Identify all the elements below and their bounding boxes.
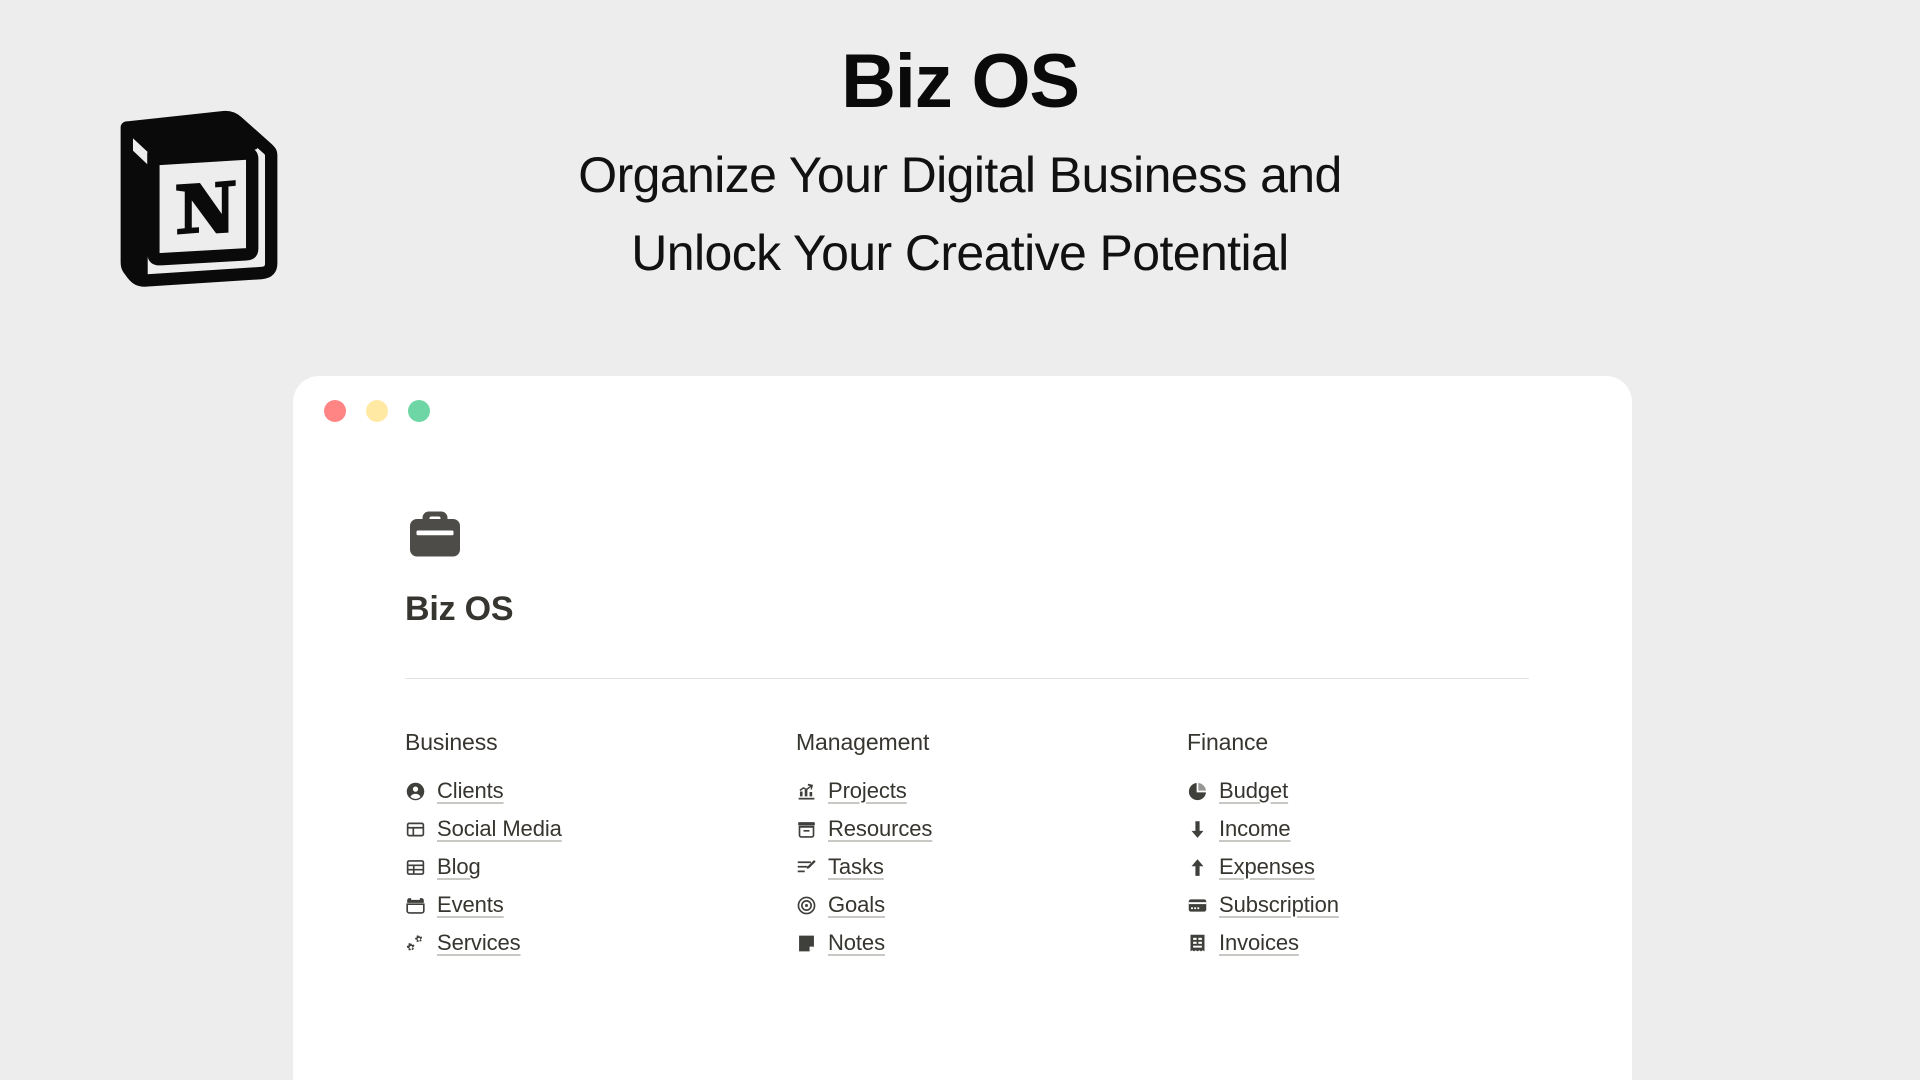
link-row-social-media[interactable]: Social Media <box>405 810 796 848</box>
link-label[interactable]: Tasks <box>828 854 884 880</box>
gallery-view-icon <box>405 819 426 840</box>
calendar-icon <box>405 895 426 916</box>
link-label[interactable]: Goals <box>828 892 885 918</box>
briefcase-icon <box>405 504 465 564</box>
page-title: Biz OS <box>841 39 1080 124</box>
link-row-blog[interactable]: Blog <box>405 848 796 886</box>
hero-subtitle-line-2: Unlock Your Creative Potential <box>631 225 1289 281</box>
maximize-button[interactable] <box>408 400 430 422</box>
column-heading: Management <box>796 729 930 755</box>
link-label[interactable]: Budget <box>1219 778 1288 804</box>
minimize-button[interactable] <box>366 400 388 422</box>
credit-card-icon <box>1187 895 1208 916</box>
document-title: Biz OS <box>405 590 514 628</box>
link-label[interactable]: Subscription <box>1219 892 1339 918</box>
person-circle-icon <box>405 781 426 802</box>
link-row-goals[interactable]: Goals <box>796 886 1187 924</box>
link-label[interactable]: Income <box>1219 816 1291 842</box>
link-label[interactable]: Notes <box>828 930 885 956</box>
section-divider <box>405 678 1529 679</box>
receipt-icon <box>1187 933 1208 954</box>
link-row-budget[interactable]: Budget <box>1187 772 1578 810</box>
arrow-down-icon <box>1187 819 1208 840</box>
link-row-notes[interactable]: Notes <box>796 924 1187 962</box>
link-label[interactable]: Resources <box>828 816 932 842</box>
column-heading: Finance <box>1187 729 1269 755</box>
link-row-services[interactable]: Services <box>405 924 796 962</box>
close-button[interactable] <box>324 400 346 422</box>
link-label[interactable]: Expenses <box>1219 854 1315 880</box>
link-row-invoices[interactable]: Invoices <box>1187 924 1578 962</box>
traffic-light-group <box>324 400 430 422</box>
list-edit-icon <box>796 857 817 878</box>
link-label[interactable]: Blog <box>437 854 481 880</box>
chart-growth-icon <box>796 781 817 802</box>
link-label[interactable]: Services <box>437 930 521 956</box>
column-heading: Business <box>405 729 498 755</box>
column-business: Business Clients Social Media Blog Event… <box>405 729 796 962</box>
arrow-up-icon <box>1187 857 1208 878</box>
note-page-icon <box>796 933 817 954</box>
table-view-icon <box>405 857 426 878</box>
archive-box-icon <box>796 819 817 840</box>
page-root: Biz OS Organize Your Digital Business an… <box>0 0 1920 1080</box>
pie-chart-icon <box>1187 781 1208 802</box>
link-row-projects[interactable]: Projects <box>796 772 1187 810</box>
link-label[interactable]: Social Media <box>437 816 562 842</box>
column-finance: Finance Budget Income Expenses Subscript… <box>1187 729 1578 962</box>
link-row-clients[interactable]: Clients <box>405 772 796 810</box>
link-label[interactable]: Projects <box>828 778 907 804</box>
window-titlebar <box>293 376 1632 438</box>
link-columns: Business Clients Social Media Blog Event… <box>405 729 1632 962</box>
link-label[interactable]: Invoices <box>1219 930 1299 956</box>
link-label[interactable]: Clients <box>437 778 504 804</box>
hero-text-block: Biz OS Organize Your Digital Business an… <box>0 0 1920 292</box>
document-body: Biz OS Business Clients Social Media Blo… <box>293 438 1632 962</box>
target-icon <box>796 895 817 916</box>
link-row-resources[interactable]: Resources <box>796 810 1187 848</box>
link-label[interactable]: Events <box>437 892 504 918</box>
gears-icon <box>405 933 426 954</box>
hero-subtitle: Organize Your Digital Business and Unloc… <box>0 136 1920 292</box>
link-row-income[interactable]: Income <box>1187 810 1578 848</box>
browser-window-card: Biz OS Business Clients Social Media Blo… <box>293 376 1632 1080</box>
link-row-expenses[interactable]: Expenses <box>1187 848 1578 886</box>
link-row-events[interactable]: Events <box>405 886 796 924</box>
hero-subtitle-line-1: Organize Your Digital Business and <box>578 147 1342 203</box>
link-row-tasks[interactable]: Tasks <box>796 848 1187 886</box>
hero-section: Biz OS Organize Your Digital Business an… <box>0 0 1920 376</box>
link-row-subscription[interactable]: Subscription <box>1187 886 1578 924</box>
column-management: Management Projects Resources Tasks Goal… <box>796 729 1187 962</box>
